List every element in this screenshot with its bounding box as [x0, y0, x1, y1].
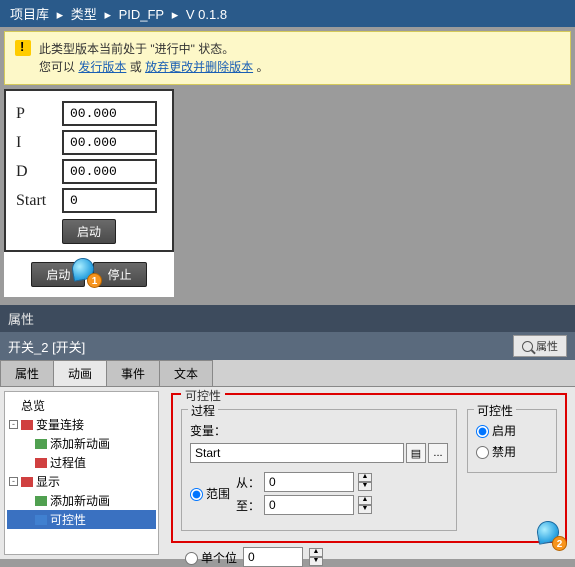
folder-icon — [21, 420, 33, 430]
browse-button[interactable]: ... — [428, 443, 448, 463]
tab-properties[interactable]: 属性 — [0, 360, 54, 386]
notice-line1: 此类型版本当前处于 "进行中" 状态。 — [39, 40, 268, 58]
pid-label-start: Start — [12, 192, 62, 210]
item-icon — [35, 458, 47, 468]
disable-radio[interactable]: 禁用 — [476, 443, 516, 460]
process-group: 过程 变量： ▤ ... 范围 从：▲▼ 至：▲▼ — [181, 409, 457, 531]
add-icon — [35, 496, 47, 506]
tree-var-conn[interactable]: -变量连接 — [7, 415, 156, 434]
discard-link[interactable]: 放弃更改并删除版本 — [145, 60, 253, 74]
single-bit-radio[interactable]: 单个位 — [185, 549, 237, 566]
search-icon — [522, 341, 533, 352]
center-start-button[interactable]: 启动 — [62, 219, 116, 244]
to-input[interactable] — [264, 495, 354, 515]
add-icon — [35, 439, 47, 449]
tab-animation[interactable]: 动画 — [53, 360, 107, 386]
pid-input-start[interactable] — [62, 188, 157, 213]
tab-bar: 属性 动画 事件 文本 — [0, 360, 575, 387]
tree-overview[interactable]: 总览 — [7, 396, 156, 415]
tag-browse-icon[interactable]: ▤ — [406, 443, 426, 463]
folder-icon — [21, 477, 33, 487]
tree-process-val[interactable]: 过程值 — [7, 453, 156, 472]
control-group: 可控性 启用 禁用 — [467, 409, 557, 473]
single-bit-input[interactable] — [243, 547, 303, 567]
pid-label-i: I — [12, 134, 62, 152]
nav-tree[interactable]: 总览 -变量连接 添加新动画 过程值 -显示 添加新动画 可控性 — [4, 391, 159, 555]
from-input[interactable] — [264, 472, 354, 492]
form-area: 可控性 过程 变量： ▤ ... 范围 从： — [163, 387, 575, 559]
to-spinner[interactable]: ▲▼ — [358, 496, 372, 514]
tree-display[interactable]: -显示 — [7, 472, 156, 491]
variable-input[interactable] — [190, 443, 404, 463]
pid-input-d[interactable] — [62, 159, 157, 184]
properties-tab-right[interactable]: 属性 — [513, 335, 567, 357]
enable-radio[interactable]: 启用 — [476, 422, 516, 439]
single-spinner[interactable]: ▲▼ — [309, 548, 323, 566]
cursor-marker-1: 1 — [72, 258, 98, 284]
pid-label-p: P — [12, 105, 62, 123]
release-link[interactable]: 发行版本 — [78, 60, 126, 74]
properties-bar: 属性 — [0, 305, 575, 332]
warning-icon — [15, 40, 31, 56]
var-label: 变量： — [190, 422, 226, 439]
pid-input-i[interactable] — [62, 130, 157, 155]
range-radio[interactable]: 范围 — [190, 485, 230, 502]
notice-banner: 此类型版本当前处于 "进行中" 状态。 您可以 发行版本 或 放弃更改并删除版本… — [4, 31, 571, 85]
pid-label-d: D — [12, 163, 62, 181]
tab-text[interactable]: 文本 — [159, 360, 213, 386]
pid-input-p[interactable] — [62, 101, 157, 126]
tree-add-anim-1[interactable]: 添加新动画 — [7, 434, 156, 453]
object-bar: 开关_2 [开关] 属性 — [0, 332, 575, 360]
from-spinner[interactable]: ▲▼ — [358, 473, 372, 491]
tree-add-anim-2[interactable]: 添加新动画 — [7, 491, 156, 510]
pid-panel: P I D Start 启动 — [4, 89, 174, 252]
tab-events[interactable]: 事件 — [106, 360, 160, 386]
highlight-box: 可控性 过程 变量： ▤ ... 范围 从： — [171, 393, 567, 543]
cursor-marker-2: 2 — [537, 521, 563, 547]
item-icon — [35, 515, 47, 525]
tree-controllability[interactable]: 可控性 — [7, 510, 156, 529]
object-name: 开关_2 [开关] — [8, 337, 85, 356]
breadcrumb: 项目库 ▸ 类型 ▸ PID_FP ▸ V 0.1.8 — [0, 0, 575, 27]
